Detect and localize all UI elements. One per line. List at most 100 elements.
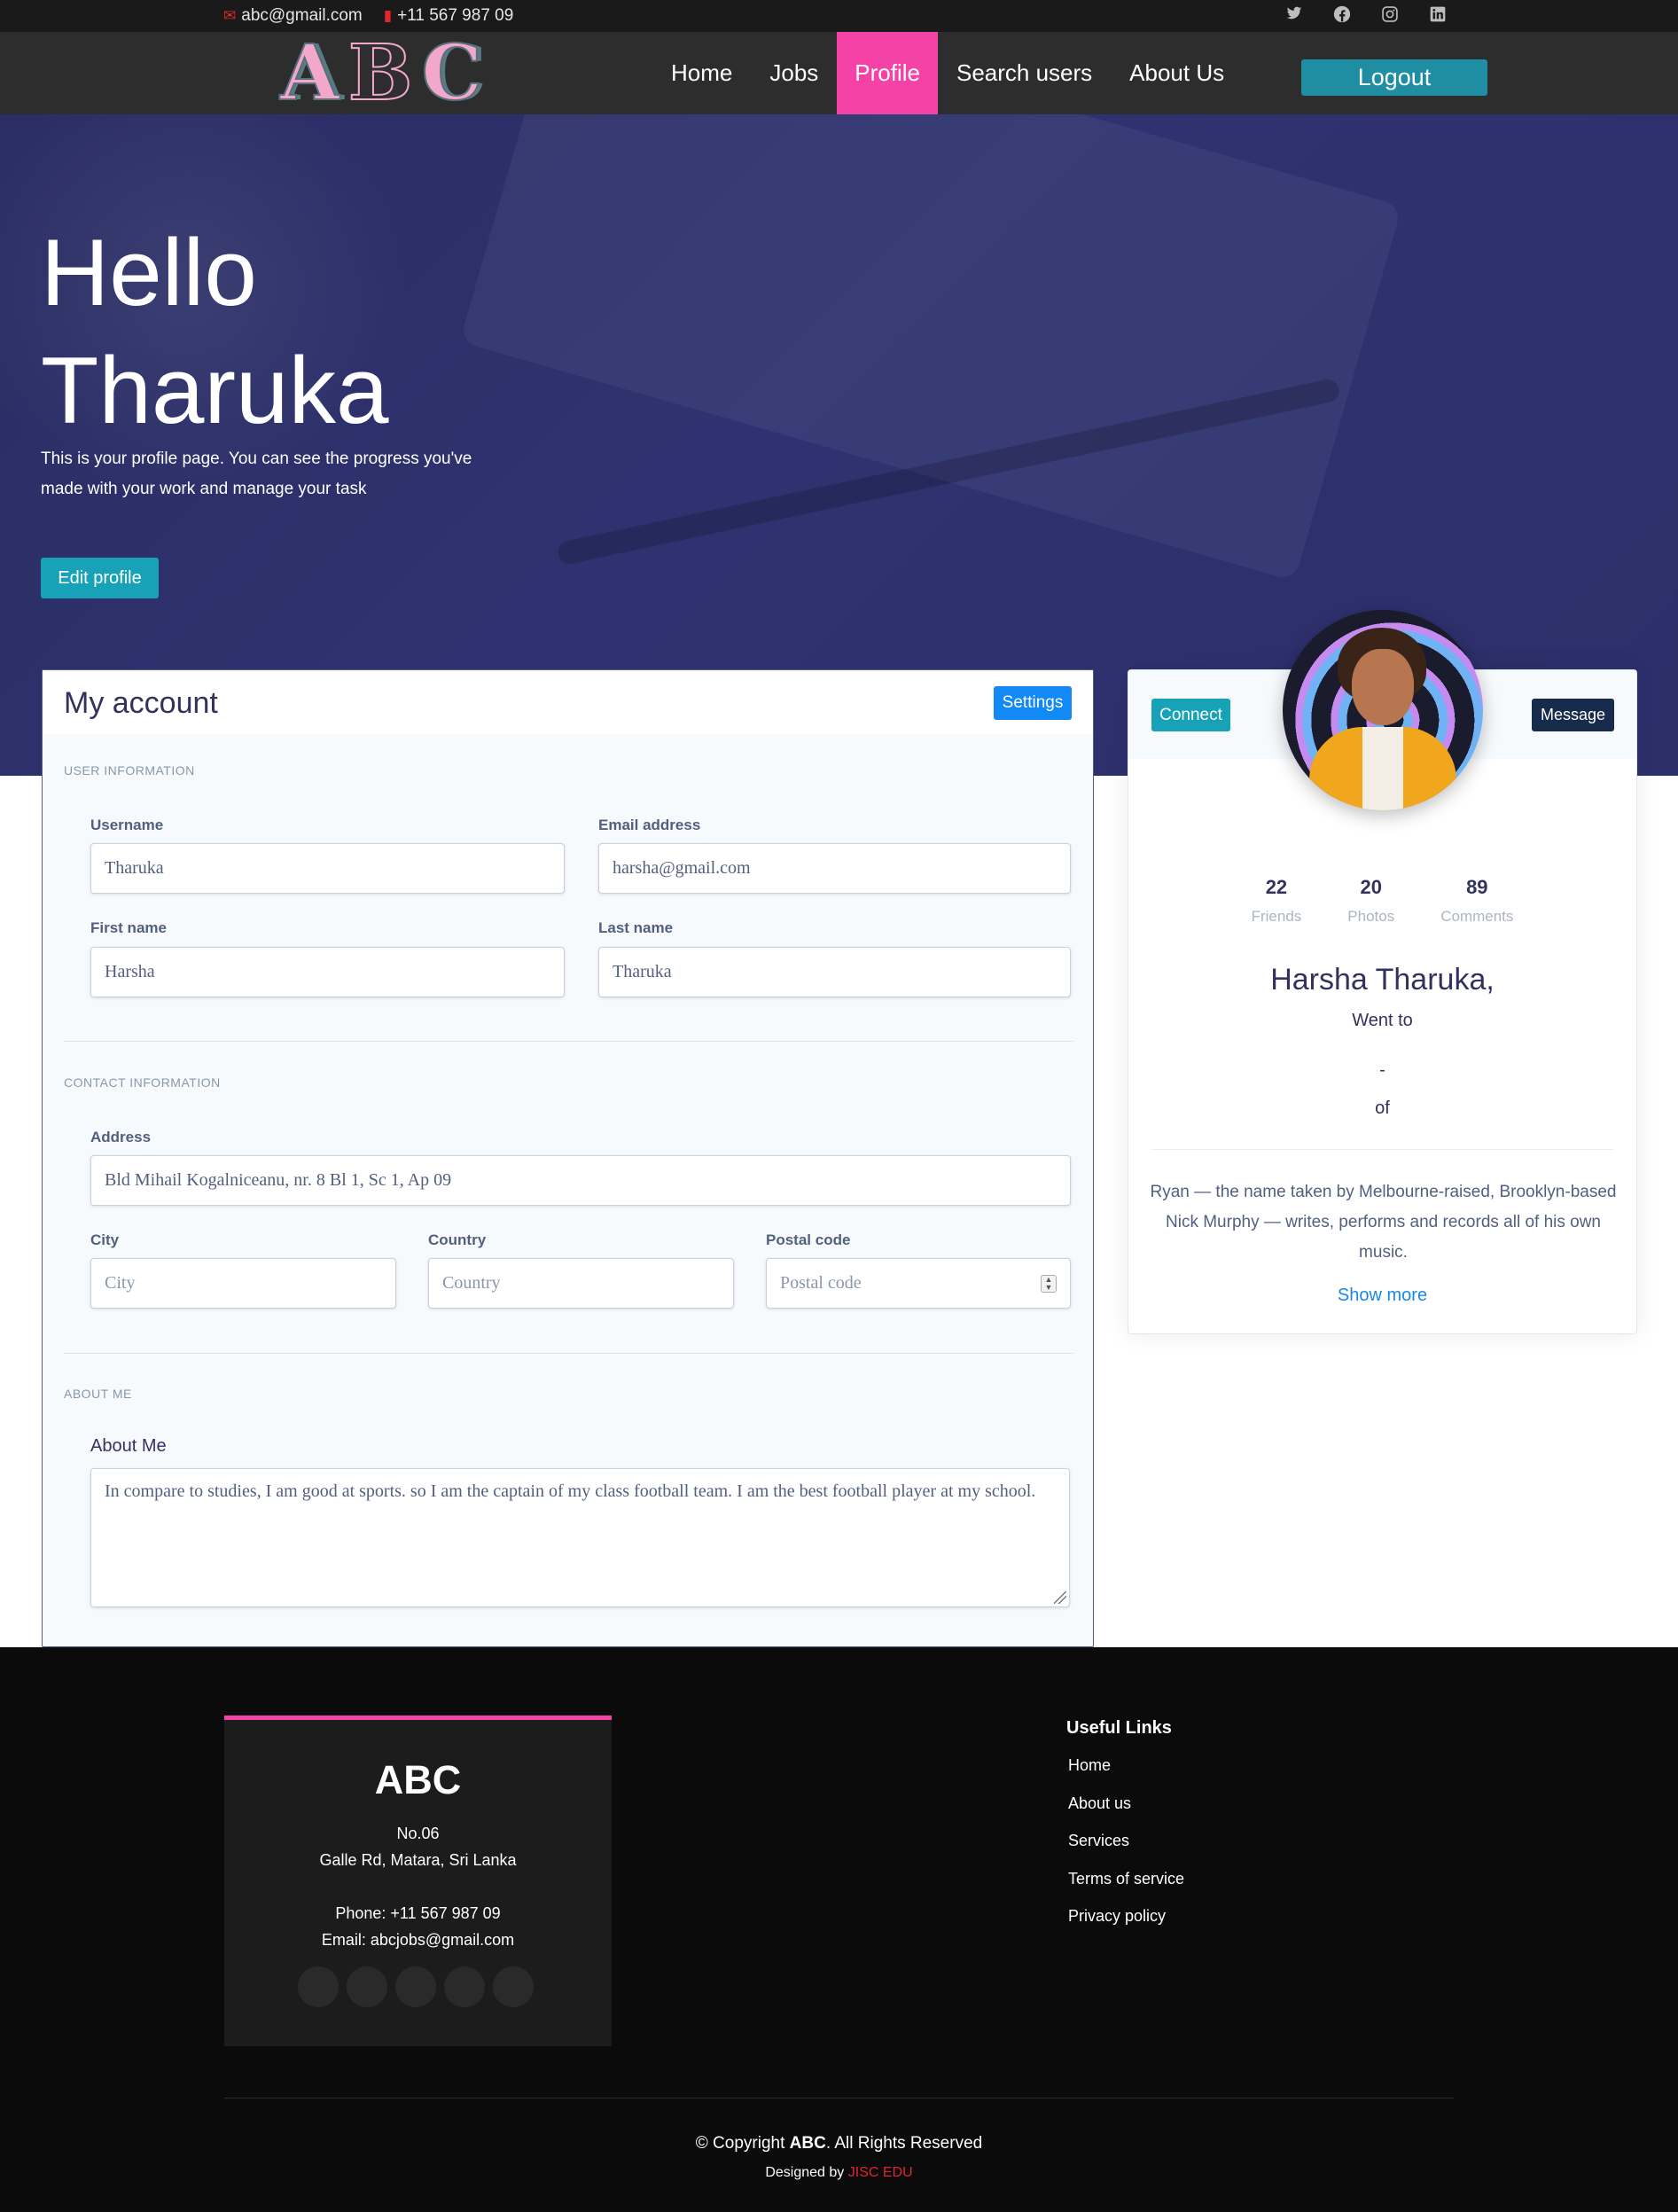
designed-by-link[interactable]: JISC EDU [848,2165,913,2180]
top-phone[interactable]: ▮ +11 567 987 09 [384,6,514,26]
country-label: Country [428,1231,487,1248]
stat-comments-label: Comments [1440,908,1514,925]
my-account-card: My account Settings User information Use… [42,669,1094,1647]
nav-about-us[interactable]: About Us [1111,32,1243,114]
username-field[interactable]: Tharuka [90,843,565,894]
stat-comments-value: 89 [1466,876,1488,898]
account-card-header: My account Settings [43,670,1093,734]
footer-link-terms[interactable]: Terms of service [1066,1870,1184,1908]
nav-profile[interactable]: Profile [837,32,938,114]
social-links [1284,5,1448,25]
postal-code-placeholder: Postal code [780,1273,862,1293]
about-me-textarea[interactable]: In compare to studies, I am good at spor… [90,1468,1070,1607]
linkedin-icon[interactable] [1428,5,1448,25]
footer-twitter-icon[interactable] [298,1966,339,2007]
hero-greeting-name: Tharuka [41,337,389,443]
stat-friends-value: 22 [1265,876,1288,898]
footer-address-line2: Galle Rd, Matara, Sri Lanka [319,1851,517,1869]
phone-icon: ▮ [383,7,393,24]
resize-handle-icon[interactable] [1054,1591,1066,1604]
footer: ABC No.06 Galle Rd, Matara, Sri Lanka Ph… [0,1647,1678,2212]
footer-linkedin-icon[interactable] [493,1966,534,2007]
about-me-label: About Me [90,1436,167,1456]
hero-description: This is your profile page. You can see t… [41,449,472,498]
top-email[interactable]: ✉ abc@gmail.com [223,6,363,26]
account-title: My account [64,686,218,720]
top-bar: ✉ abc@gmail.com ▮ +11 567 987 09 [0,0,1678,32]
footer-link-privacy[interactable]: Privacy policy [1066,1907,1184,1945]
contact-information-heading: Contact information [64,1075,221,1090]
edit-profile-button[interactable]: Edit profile [41,558,159,598]
footer-instagram-icon[interactable] [395,1966,436,2007]
stat-photos-value: 20 [1360,876,1382,898]
linkedin-glyph [1430,6,1446,22]
profile-stats: 22 Friends 20 Photos 89 Comments [1128,876,1636,926]
profile-bio: Ryan — the name taken by Melbourne-raise… [1150,1183,1617,1262]
facebook-glyph [1333,5,1351,23]
stat-photos: 20 Photos [1347,876,1394,926]
section-divider [64,1041,1073,1042]
copyright-prefix: © Copyright [695,2134,785,2153]
city-label: City [90,1231,120,1248]
profile-divider [1151,1149,1613,1150]
top-email-text: abc@gmail.com [241,6,363,25]
footer-link-home[interactable]: Home [1066,1756,1184,1794]
message-button[interactable]: Message [1532,699,1614,731]
profile-of: of [1375,1098,1390,1118]
section-divider [64,1353,1073,1354]
top-contact: ✉ abc@gmail.com ▮ +11 567 987 09 [223,6,513,26]
country-field[interactable]: Country [428,1258,734,1309]
last-name-label: Last name [598,919,674,936]
footer-skype-icon[interactable] [444,1966,485,2007]
footer-link-about-us[interactable]: About us [1066,1794,1184,1833]
footer-email: Email: abcjobs@gmail.com [321,1931,515,1949]
logo-letter-b: B [347,27,422,119]
nav-search-users[interactable]: Search users [938,32,1111,114]
about-me-heading: About me [64,1387,132,1401]
facebook-icon[interactable] [1332,5,1352,25]
settings-button[interactable]: Settings [994,686,1072,720]
footer-social-icons [298,1966,534,2007]
number-spinner-icon[interactable]: ▲ ▼ [1041,1275,1057,1293]
stat-friends-label: Friends [1251,908,1302,925]
address-field[interactable]: Bld Mihail Kogalniceanu, nr. 8 Bl 1, Sc … [90,1155,1071,1206]
email-label: Email address [598,817,701,833]
city-field[interactable]: City [90,1258,396,1309]
hero-background-keyboard [459,114,1402,582]
profile-went-to: Went to [1352,1011,1413,1030]
stat-photos-label: Photos [1347,908,1395,925]
useful-links-title: Useful Links [1066,1718,1172,1738]
main-navbar: ABC Home Jobs Profile Search users About… [0,27,1678,119]
instagram-icon[interactable] [1380,5,1400,25]
profile-name: Harsha Tharuka, [1270,963,1495,997]
footer-link-services[interactable]: Services [1066,1832,1184,1870]
logo-letter-a: A [279,27,348,119]
nav-jobs[interactable]: Jobs [751,32,837,114]
footer-divider [224,2098,1454,2099]
useful-links: Useful Links Home About us Services Term… [1066,1718,1184,1945]
twitter-glyph [1286,6,1302,20]
instagram-glyph [1382,6,1398,22]
user-information-heading: User information [64,763,195,778]
address-label: Address [90,1129,152,1145]
logo-letter-c: C [420,27,491,119]
postal-code-field[interactable]: Postal code ▲ ▼ [766,1258,1071,1309]
logout-button[interactable]: Logout [1301,59,1487,96]
twitter-icon[interactable] [1284,5,1304,25]
first-name-field[interactable]: Harsha [90,947,565,997]
top-phone-text: +11 567 987 09 [397,6,514,25]
nav-home[interactable]: Home [652,32,751,114]
footer-facebook-icon[interactable] [347,1966,387,2007]
last-name-field[interactable]: Tharuka [598,947,1071,997]
copyright-suffix: . All Rights Reserved [825,2134,983,2153]
show-more-link[interactable]: Show more [1128,1286,1636,1306]
postal-code-label: Postal code [766,1231,851,1248]
first-name-label: First name [90,919,167,936]
footer-contact-box: ABC No.06 Galle Rd, Matara, Sri Lanka Ph… [224,1716,612,2046]
site-logo[interactable]: ABC [279,27,491,119]
email-field[interactable]: harsha@gmail.com [598,843,1071,894]
connect-button[interactable]: Connect [1151,699,1230,731]
avatar-inner-shirt [1362,727,1403,810]
hero-greeting-word: Hello [41,219,257,325]
avatar[interactable] [1283,610,1483,810]
